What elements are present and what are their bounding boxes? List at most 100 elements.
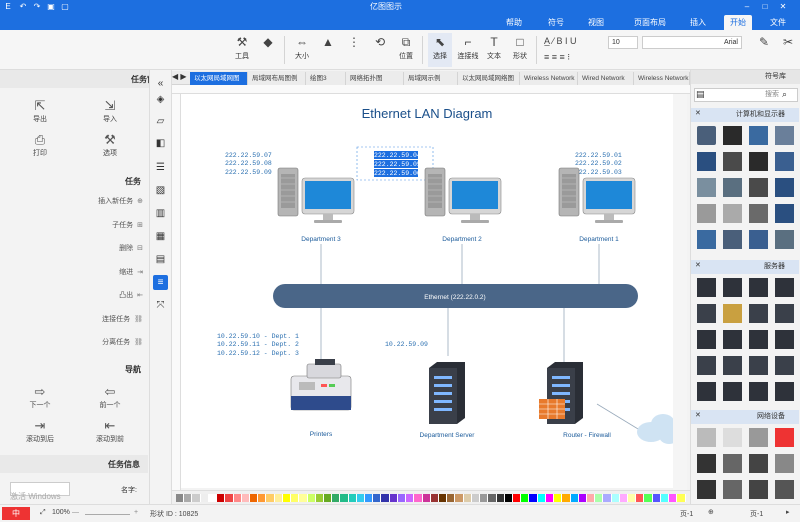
shape-server-1[interactable] [697,278,716,297]
color-swatch[interactable] [586,494,596,502]
page-menu-icon[interactable]: ▸ [786,508,790,516]
section-network-devices[interactable]: 网络设备 [691,410,799,424]
shape-server-9[interactable] [697,330,716,349]
shape-keyboard[interactable] [697,204,716,223]
shape-server-6[interactable] [723,304,742,323]
computer-dept3[interactable] [277,167,355,224]
text-button[interactable]: T 文本 [482,33,506,67]
printer[interactable] [290,359,352,411]
color-swatch[interactable] [406,494,415,502]
font-family-select[interactable]: Arial [642,36,742,49]
color-swatch[interactable] [677,494,686,502]
color-swatch[interactable] [619,494,629,502]
color-swatch[interactable] [480,494,489,502]
shape-phone[interactable] [775,230,794,249]
shape-imac[interactable] [723,178,742,197]
shape-server-5[interactable] [697,304,716,323]
color-swatch[interactable] [430,494,439,502]
fit-icon[interactable]: ⤧ [153,298,168,313]
color-swatch[interactable] [578,494,587,502]
indent-item[interactable]: 缩进 ⇥ [119,267,143,277]
rotate-button[interactable]: ⟲ [368,33,392,67]
align-button[interactable]: ▲ [316,33,340,67]
color-swatch[interactable] [652,494,661,502]
page-selector[interactable]: 页-1 [750,509,763,519]
shape-server-4[interactable] [775,278,794,297]
image-tool-icon[interactable]: ▧ [153,183,168,198]
color-swatch[interactable] [332,494,341,502]
menu-insert[interactable]: 插入 [684,15,712,30]
scroll-start-button[interactable]: ⇤ 滚动到前 [80,418,140,444]
color-swatch[interactable] [200,494,209,502]
shape-server-16[interactable] [775,356,794,375]
shape-notebook[interactable] [775,152,794,171]
tab-lan-example[interactable]: 局域网示例 [404,72,458,85]
shape-tower[interactable] [723,126,742,145]
color-swatch[interactable] [340,494,349,502]
color-swatch[interactable] [521,494,530,502]
color-swatch[interactable] [299,494,308,502]
color-swatch[interactable] [184,494,193,502]
shape-headphones[interactable] [697,454,716,473]
shape-projector[interactable] [697,428,716,447]
page-tab[interactable]: 页-1 [680,509,693,519]
tab-ethernet-lan[interactable]: 以太网局域网图 [190,72,248,85]
menu-file[interactable]: 文件 [764,15,792,30]
zoom-in-icon[interactable]: + [134,509,138,516]
shape-server-10[interactable] [723,330,742,349]
color-swatch[interactable] [356,494,366,502]
close-icon[interactable]: ✕ [778,2,788,12]
task-pane-icon[interactable]: ≡ [153,275,168,290]
line-tool-icon[interactable]: ▱ [153,114,168,129]
outdent-item[interactable]: 凸出 ⇤ [119,290,143,300]
color-swatch[interactable] [471,494,481,502]
insert-task-item[interactable]: 插入新任务 ⊕ [98,196,143,206]
shape-joystick[interactable] [697,480,716,499]
color-swatch[interactable] [225,494,234,502]
options-button[interactable]: ⚒ 选项 [80,132,140,158]
color-swatch[interactable] [282,494,292,502]
fill-tool-icon[interactable]: ◈ [153,92,168,107]
undo-icon[interactable]: ↶ [18,2,28,12]
tab-ethernet-network[interactable]: 以太网局域网络图 [458,72,520,85]
shape-server-19[interactable] [749,382,768,401]
print-button[interactable]: ⎙ 打印 [10,132,70,158]
color-swatch[interactable] [291,494,300,502]
color-swatch[interactable] [554,494,563,502]
color-swatch[interactable] [636,494,645,502]
shape-sensor[interactable] [775,428,794,447]
color-swatch[interactable] [274,494,283,502]
link-task-item[interactable]: 连接任务 ⛓ [102,314,143,324]
shape-cable[interactable] [775,454,794,473]
import-button[interactable]: ⇲ 导入 [80,98,140,124]
color-swatch[interactable] [365,494,374,502]
shape-crt[interactable] [697,230,716,249]
color-swatch[interactable] [628,494,637,502]
department-server[interactable] [429,362,465,424]
color-swatch[interactable] [595,494,604,502]
computer-dept2[interactable] [424,167,502,224]
tab-wireless-network-2[interactable]: Wireless Network [634,72,690,85]
color-swatch[interactable] [258,494,267,502]
shape-server-18[interactable] [723,382,742,401]
color-swatch[interactable] [669,494,678,502]
fit-page-icon[interactable]: ⤢ [40,509,46,517]
color-swatch[interactable] [241,494,250,502]
shape-workstation[interactable] [749,204,768,223]
shape-tablet[interactable] [775,204,794,223]
vertical-scrollbar[interactable] [673,94,687,490]
shape-keyboard-2[interactable] [749,480,768,499]
color-swatch[interactable] [422,494,431,502]
shape-server-8[interactable] [775,304,794,323]
fill-button[interactable]: ◆ [256,33,280,67]
color-swatch[interactable] [315,494,324,502]
menu-symbol[interactable]: 符号 [542,15,570,30]
format-painter-button[interactable]: ✎ [752,33,776,67]
tab-drawing3[interactable]: 绘图3 [306,72,346,85]
select-button[interactable]: ⬉ 选择 [428,33,452,67]
connector-button[interactable]: ⌐ 连接线 [456,33,480,67]
tab-network-topology[interactable]: 网络拓扑图 [346,72,404,85]
shape-screen[interactable] [775,126,794,145]
section-close-icon-2[interactable]: ✕ [695,261,701,269]
internet-cloud[interactable] [637,414,679,444]
